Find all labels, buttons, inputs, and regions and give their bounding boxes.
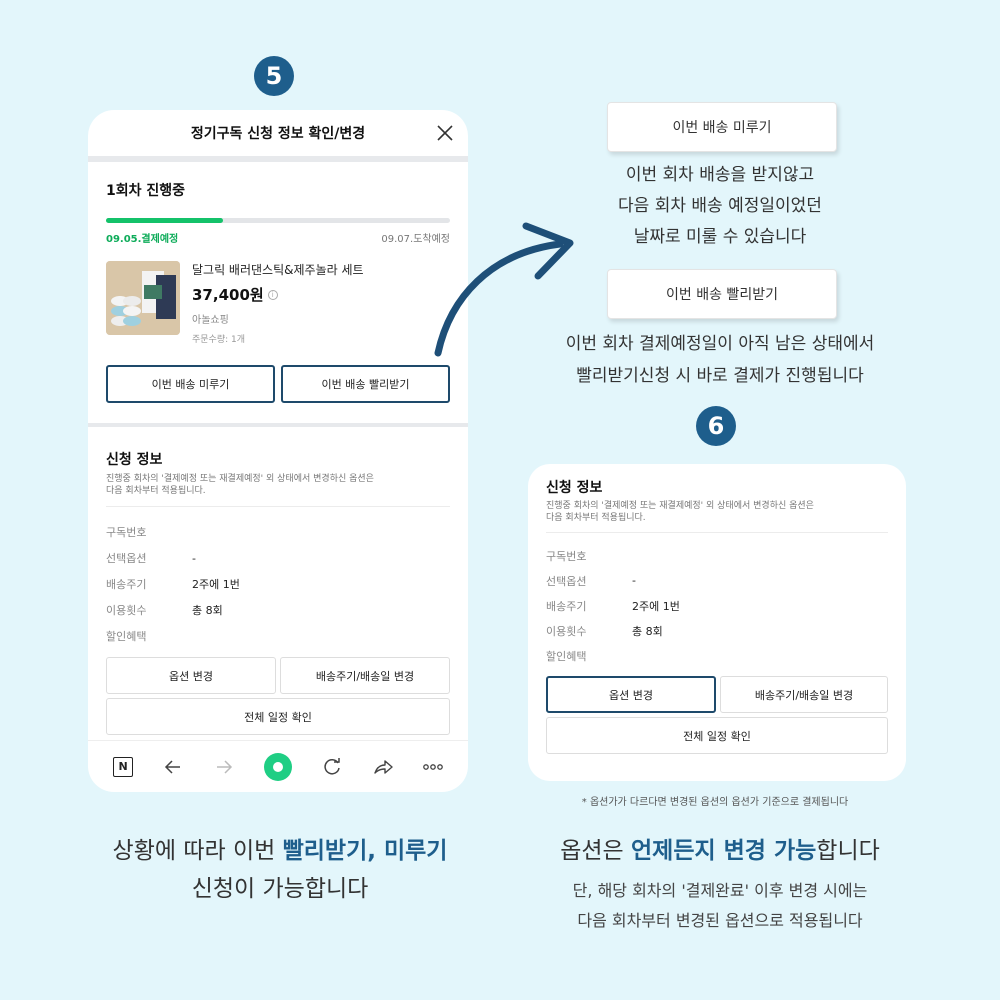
delay-desc-line: 이번 회차 배송을 받지않고 <box>625 165 815 185</box>
info-value: - <box>632 574 636 588</box>
full-schedule-button[interactable]: 전체 일정 확인 <box>106 698 450 736</box>
info-row: 구독번호 <box>106 519 450 545</box>
modal-title: 정기구독 신청 정보 확인/변경 <box>190 126 366 142</box>
full-schedule-button[interactable]: 전체 일정 확인 <box>546 717 888 755</box>
info-row: 이용횟수 총 8회 <box>106 597 450 623</box>
back-arrow-icon[interactable] <box>162 756 184 778</box>
caption-right-line-3: 다음 회차부터 변경된 옵션으로 적용됩니다 <box>577 911 863 930</box>
home-icon[interactable] <box>263 752 293 782</box>
cycle-change-button[interactable]: 배송주기/배송일 변경 <box>280 657 450 695</box>
info-title: 신청 정보 <box>106 452 163 468</box>
share-icon[interactable] <box>372 756 394 778</box>
info-value: 2주에 1번 <box>632 599 680 613</box>
caption-text: 옵션은 <box>560 838 631 864</box>
payment-date: 09.05.결제예정 <box>106 234 179 245</box>
info-row: 할인혜택 <box>546 643 888 668</box>
caption-right-sub: 단, 해당 회차의 '결제완료' 이후 변경 시에는 다음 회차부터 변경된 옵… <box>505 876 935 936</box>
product-item: 달그릭 배러댄스틱&제주놀라 세트 37,400원 i 아놀쇼핑 주문수량: 1… <box>106 261 450 345</box>
caption-left-line-1: 상황에 따라 이번 빨리받기, 미루기 <box>60 832 500 870</box>
info-description-2: 다음 회차부터 적용됩니다. <box>546 513 646 524</box>
product-image <box>106 261 180 335</box>
status-title: 1회차 진행중 <box>106 183 186 199</box>
option-change-button[interactable]: 옵션 변경 <box>546 676 716 714</box>
forward-arrow-icon[interactable] <box>213 756 235 778</box>
fast-delivery-label-button[interactable]: 이번 배송 빨리받기 <box>607 269 837 319</box>
cycle-change-button[interactable]: 배송주기/배송일 변경 <box>720 676 888 714</box>
fast-delivery-button[interactable]: 이번 배송 빨리받기 <box>281 365 450 403</box>
info-key: 선택옵션 <box>106 552 147 566</box>
info-key: 할인혜택 <box>546 649 587 663</box>
info-key: 배송주기 <box>546 599 587 613</box>
browser-toolbar: N <box>88 740 468 792</box>
delay-delivery-label-button[interactable]: 이번 배송 미루기 <box>607 102 837 152</box>
info-row: 배송주기 2주에 1번 <box>546 593 888 618</box>
progress-fill <box>106 218 223 223</box>
info-value: - <box>192 551 196 565</box>
caption-left-line-2: 신청이 가능합니다 <box>191 876 369 902</box>
info-row: 구독번호 <box>546 543 888 568</box>
info-key: 할인혜택 <box>106 630 147 644</box>
naver-icon-label: N <box>113 756 134 777</box>
refresh-icon[interactable] <box>321 756 343 778</box>
info-title: 신청 정보 <box>546 480 603 496</box>
info-value: 총 8회 <box>192 604 223 618</box>
progress-bar <box>106 218 450 223</box>
info-key: 이용횟수 <box>106 604 147 618</box>
progress-section: 1회차 진행중 09.05.결제예정 09.07.도착예정 달그릭 배러댄스틱&… <box>88 162 468 403</box>
caption-text: 상황에 따라 이번 <box>112 838 283 864</box>
info-value: 총 8회 <box>632 624 663 638</box>
product-price: 37,400원 <box>192 286 264 304</box>
caption-highlight: 빨리받기, 미루기 <box>282 838 448 864</box>
close-icon[interactable] <box>434 122 456 144</box>
info-key: 배송주기 <box>106 578 147 592</box>
divider <box>106 506 450 508</box>
caption-right-line-1: 옵션은 언제든지 변경 가능합니다 <box>505 832 935 870</box>
info-description-1: 진행중 회차의 '결제예정 또는 재결제예정' 외 상태에서 변경하신 옵션은 <box>546 501 814 511</box>
naver-icon[interactable]: N <box>112 756 134 778</box>
caption-left: 상황에 따라 이번 빨리받기, 미루기 신청이 가능합니다 <box>60 832 500 908</box>
caption-text: 합니다 <box>816 838 880 864</box>
fast-desc-line: 이번 회차 결제예정일이 아직 남은 상태에서 <box>565 334 875 354</box>
fast-description: 이번 회차 결제예정일이 아직 남은 상태에서 빨리받기신청 시 바로 결제가 … <box>510 328 930 392</box>
divider <box>546 532 888 534</box>
info-row: 배송주기 2주에 1번 <box>106 571 450 597</box>
caption-right: 옵션은 언제든지 변경 가능합니다 <box>505 832 935 870</box>
seller-name: 아놀쇼핑 <box>192 315 229 326</box>
subscription-info-card: 신청 정보 진행중 회차의 '결제예정 또는 재결제예정' 외 상태에서 변경하… <box>528 464 906 781</box>
info-row: 이용횟수 총 8회 <box>546 618 888 643</box>
step-5-badge: 5 <box>254 56 294 96</box>
info-description-1: 진행중 회차의 '결제예정 또는 재결제예정' 외 상태에서 변경하신 옵션은 <box>106 474 374 484</box>
info-icon[interactable]: i <box>267 289 278 300</box>
caption-right-line-2: 단, 해당 회차의 '결제완료' 이후 변경 시에는 <box>572 881 868 900</box>
option-change-button[interactable]: 옵션 변경 <box>106 657 276 695</box>
info-row: 선택옵션 - <box>106 545 450 571</box>
info-value: 2주에 1번 <box>192 578 240 592</box>
caption-highlight: 언제든지 변경 가능 <box>631 838 817 864</box>
more-icon[interactable] <box>422 756 444 778</box>
info-key: 선택옵션 <box>546 574 587 588</box>
delay-description: 이번 회차 배송을 받지않고 다음 회차 배송 예정일이었던 날짜로 미룰 수 … <box>560 160 880 253</box>
info-description-2: 다음 회차부터 적용됩니다. <box>106 486 206 497</box>
order-quantity: 주문수량: 1개 <box>192 335 246 345</box>
product-name: 달그릭 배러댄스틱&제주놀라 세트 <box>192 263 364 277</box>
subscription-info-section: 신청 정보 진행중 회차의 '결제예정 또는 재결제예정' 외 상태에서 변경하… <box>88 427 468 736</box>
phone-screen: 정기구독 신청 정보 확인/변경 1회차 진행중 09.05.결제예정 09.0… <box>88 110 468 792</box>
footnote: * 옵션가가 다르다면 변경된 옵션의 옵션가 기준으로 결제됩니다 <box>581 797 849 808</box>
info-key: 구독번호 <box>106 526 147 540</box>
delay-desc-line: 다음 회차 배송 예정일이었던 <box>618 196 822 216</box>
info-key: 구독번호 <box>546 549 587 563</box>
info-row: 선택옵션 - <box>546 568 888 593</box>
step-6-badge: 6 <box>696 406 736 446</box>
delay-desc-line: 날짜로 미룰 수 있습니다 <box>633 227 807 247</box>
info-key: 이용횟수 <box>546 624 587 638</box>
modal-header: 정기구독 신청 정보 확인/변경 <box>88 110 468 156</box>
product-price-wrap: 37,400원 i <box>192 284 364 305</box>
fast-desc-line: 빨리받기신청 시 바로 결제가 진행됩니다 <box>576 366 864 386</box>
delay-delivery-button[interactable]: 이번 배송 미루기 <box>106 365 275 403</box>
info-row: 할인혜택 <box>106 623 450 649</box>
